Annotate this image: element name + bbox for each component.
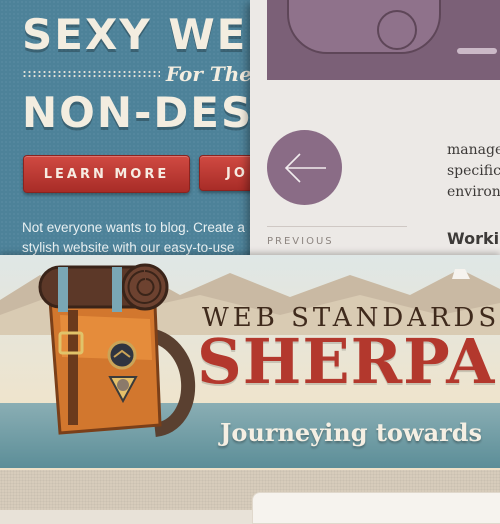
learn-more-button[interactable]: LEARN MORE — [23, 155, 190, 193]
sherpa-banner: WEB STANDARDS SHERPA Journeying towards — [0, 255, 500, 470]
dotted-rule — [22, 70, 160, 78]
hero-for-the: For The — [165, 62, 252, 86]
sherpa-tagline: Journeying towards — [220, 418, 483, 447]
content-card — [252, 492, 500, 524]
hero-subheading: For The — [22, 62, 252, 86]
gear-shape — [377, 10, 417, 50]
divider — [267, 226, 407, 227]
hero-description: Not everyone wants to blog. Create a sty… — [22, 220, 245, 255]
cup-shape — [287, 0, 441, 54]
article-image — [267, 0, 500, 80]
arrow-left-icon — [284, 152, 326, 183]
rod-shape — [457, 48, 497, 54]
excerpt-line: manage — [447, 142, 500, 158]
blog-panel: PREVIOUS manage specific environ Workin — [250, 0, 500, 260]
excerpt-line: specific — [447, 163, 500, 179]
hero-heading-line1: SEXY WEB — [22, 10, 282, 59]
sherpa-title-big: SHERPA — [197, 325, 496, 398]
backpack-illustration — [38, 263, 196, 437]
excerpt-line: environ — [447, 184, 500, 200]
previous-label: PREVIOUS — [267, 236, 334, 247]
article-excerpt: manage specific environ — [447, 140, 500, 203]
article-heading: Workin — [447, 229, 500, 248]
previous-button[interactable] — [267, 130, 342, 205]
